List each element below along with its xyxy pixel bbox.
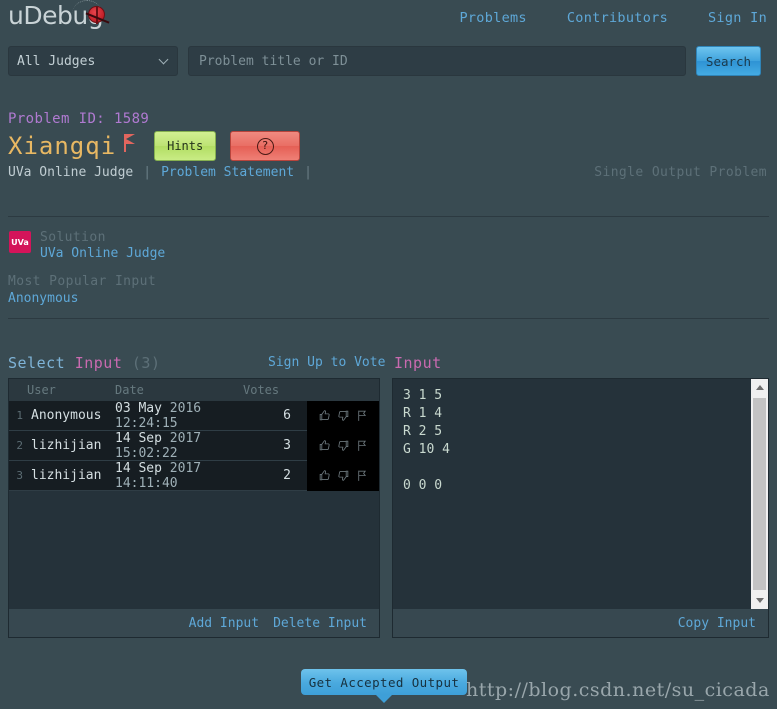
page-header: uDebug Problems Contributors Sign In	[0, 0, 777, 38]
add-input-link[interactable]: Add Input	[189, 616, 259, 631]
column-header-votes: Votes	[243, 383, 280, 397]
column-header-user: User	[27, 383, 56, 397]
input-list-panel: User Date Votes 1 Anonymous 03 May 2016 12…	[8, 378, 380, 638]
row-index: 1	[16, 409, 23, 422]
sign-up-to-vote-link[interactable]: Sign Up to Vote	[268, 355, 385, 370]
flag-icon[interactable]	[356, 439, 369, 452]
solution-label: Solution	[40, 230, 106, 245]
flag-icon[interactable]	[124, 134, 138, 152]
row-date: 14 Sep 2017 15:02:22	[115, 430, 202, 461]
solution-judge-link[interactable]: UVa Online Judge	[40, 246, 165, 261]
flag-icon[interactable]	[356, 409, 369, 422]
uva-badge-icon: UVa	[9, 231, 31, 253]
row-user: Anonymous	[31, 408, 102, 423]
table-body: 1 Anonymous 03 May 2016 12:24:15 6 2 lizhijia…	[9, 400, 379, 491]
row-actions	[307, 400, 379, 431]
search-input-wrapper[interactable]	[188, 46, 686, 76]
divider-pipe-1: |	[143, 165, 152, 180]
row-index: 2	[16, 439, 23, 452]
thumbs-down-icon[interactable]	[337, 439, 350, 452]
help-button[interactable]: ?	[230, 131, 301, 161]
input-textarea[interactable]	[393, 379, 750, 609]
judge-select-dropdown[interactable]: All Judges	[8, 46, 178, 76]
problem-id-label: Problem ID: 1589	[8, 111, 150, 127]
table-row[interactable]: 3 lizhijian 14 Sep 2017 14:11:40 2	[9, 460, 379, 491]
table-header-row: User Date Votes	[9, 379, 379, 401]
input-list-footer: Add Input Delete Input	[9, 609, 379, 637]
delete-input-link[interactable]: Delete Input	[273, 616, 367, 631]
watermark-text: http://blog.csdn.net/su_cicada	[466, 679, 770, 701]
select-input-word-select: Select	[8, 354, 66, 372]
search-button[interactable]: Search	[696, 46, 761, 76]
thumbs-up-icon[interactable]	[318, 469, 331, 482]
most-popular-input-value[interactable]: Anonymous	[8, 291, 78, 306]
input-content-panel: Copy Input	[392, 378, 769, 638]
divider-pipe-2: |	[304, 165, 312, 180]
row-user: lizhijian	[31, 438, 102, 453]
row-index: 3	[16, 469, 23, 482]
table-row[interactable]: 2 lizhijian 14 Sep 2017 15:02:22 3	[9, 430, 379, 461]
problem-sub-row: UVa Online Judge | Problem Statement |	[8, 165, 322, 180]
scroll-down-arrow-icon[interactable]	[751, 592, 768, 609]
row-user: lizhijian	[31, 468, 102, 483]
table-row[interactable]: 1 Anonymous 03 May 2016 12:24:15 6	[9, 400, 379, 431]
row-date: 14 Sep 2017 14:11:40	[115, 460, 202, 491]
row-actions	[307, 460, 379, 491]
row-votes: 3	[283, 438, 291, 453]
search-bar: All Judges Search	[8, 46, 761, 76]
nav-item-sign-in[interactable]: Sign In	[708, 10, 767, 26]
copy-input-link[interactable]: Copy Input	[678, 616, 756, 631]
thumbs-up-icon[interactable]	[318, 409, 331, 422]
select-input-heading: Select Input (3)	[8, 354, 161, 372]
output-type-label: Single Output Problem	[594, 165, 767, 180]
section-divider-2	[8, 318, 769, 319]
page-title: Xiangqi	[8, 132, 117, 160]
input-scrollbar[interactable]	[751, 379, 768, 609]
thumbs-up-icon[interactable]	[318, 439, 331, 452]
problem-statement-link[interactable]: Problem Statement	[161, 165, 294, 180]
scroll-up-arrow-icon[interactable]	[751, 379, 768, 396]
problem-title-row: Xiangqi Hints ?	[8, 131, 301, 161]
thumbs-down-icon[interactable]	[337, 469, 350, 482]
main-navigation: Problems Contributors Sign In	[459, 10, 767, 26]
judge-select-value: All Judges	[17, 53, 96, 69]
search-input[interactable]	[199, 53, 675, 69]
row-votes: 6	[283, 408, 291, 423]
hints-button[interactable]: Hints	[154, 131, 217, 161]
problem-judge-name: UVa Online Judge	[8, 165, 134, 180]
row-date: 03 May 2016 12:24:15	[115, 400, 202, 431]
flag-icon[interactable]	[356, 469, 369, 482]
thumbs-down-icon[interactable]	[337, 409, 350, 422]
section-divider-1	[8, 216, 769, 217]
select-input-word-input: Input	[74, 354, 123, 372]
row-votes: 2	[283, 468, 291, 483]
column-header-date: Date	[115, 383, 144, 397]
input-panel-footer: Copy Input	[393, 609, 768, 637]
scrollbar-thumb[interactable]	[753, 398, 766, 590]
select-input-count: (3)	[131, 354, 161, 372]
get-accepted-output-button[interactable]: Get Accepted Output	[301, 669, 467, 703]
input-panel-heading: Input	[394, 354, 442, 372]
most-popular-input-label: Most Popular Input	[8, 274, 157, 289]
nav-item-problems[interactable]: Problems	[459, 10, 526, 26]
chevron-down-icon	[158, 54, 169, 65]
row-actions	[307, 430, 379, 461]
question-mark-icon: ?	[256, 137, 274, 155]
nav-item-contributors[interactable]: Contributors	[567, 10, 668, 26]
ladybug-icon	[88, 6, 105, 24]
